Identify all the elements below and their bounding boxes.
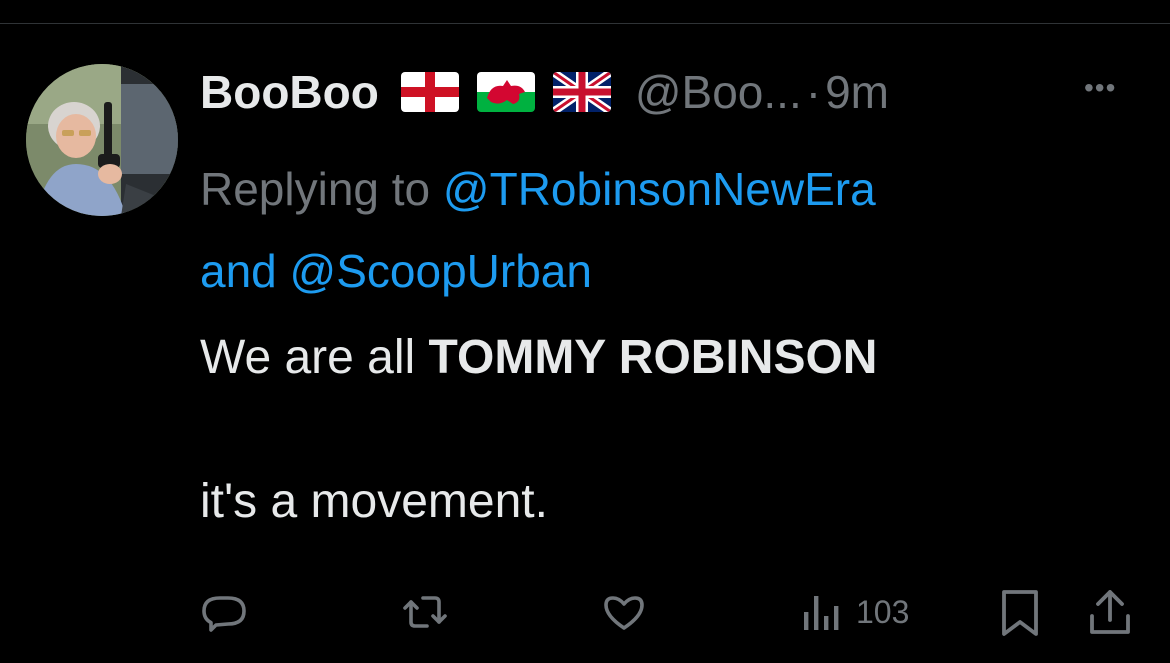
views-button[interactable]: 103 [800, 588, 909, 636]
replying-to: Replying to @TRobinsonNewEra and @ScoopU… [200, 148, 1150, 312]
mention-trobinsonnewera[interactable]: @TRobinsonNewEra [443, 163, 876, 215]
retweet-button[interactable] [400, 588, 450, 636]
bookmark-button[interactable] [998, 588, 1042, 638]
wales-flag-icon [476, 72, 535, 112]
tweet-text-line-1: We are all TOMMY ROBINSON [200, 322, 877, 394]
display-name[interactable]: BooBoo [200, 65, 379, 119]
replying-to-joiner[interactable]: and [200, 245, 290, 297]
mention-scoopurban[interactable]: @ScoopUrban [290, 245, 592, 297]
tweet-text: We are all TOMMY ROBINSON it's a movemen… [200, 322, 877, 538]
action-bar: 103 [0, 588, 1170, 638]
tweet-text-line-2: it's a movement. [200, 475, 548, 528]
retweet-icon [403, 596, 447, 628]
flag-emojis [400, 72, 629, 112]
reply-icon [202, 596, 246, 632]
timestamp[interactable]: 9m [825, 65, 889, 119]
union-jack-flag-icon [552, 72, 611, 112]
reply-button[interactable] [200, 588, 248, 636]
views-count: 103 [856, 593, 910, 630]
top-divider [0, 23, 1170, 24]
like-button[interactable] [600, 588, 648, 636]
bookmark-icon [1002, 590, 1038, 636]
avatar[interactable] [26, 64, 178, 216]
heart-icon [604, 596, 644, 630]
more-options-icon[interactable]: ••• [1084, 74, 1116, 102]
separator-dot: · [805, 66, 822, 118]
views-icon [804, 596, 839, 630]
share-icon [1090, 590, 1130, 634]
user-handle[interactable]: @Boo... [635, 65, 802, 119]
replying-to-prefix: Replying to [200, 163, 443, 215]
tweet-text-bold: TOMMY ROBINSON [428, 331, 878, 384]
share-button[interactable] [1088, 588, 1132, 638]
england-flag-icon [400, 72, 459, 112]
tweet-text-normal: We are all [200, 331, 429, 384]
tweet-header: BooBoo @Boo... · 9m [200, 60, 889, 124]
